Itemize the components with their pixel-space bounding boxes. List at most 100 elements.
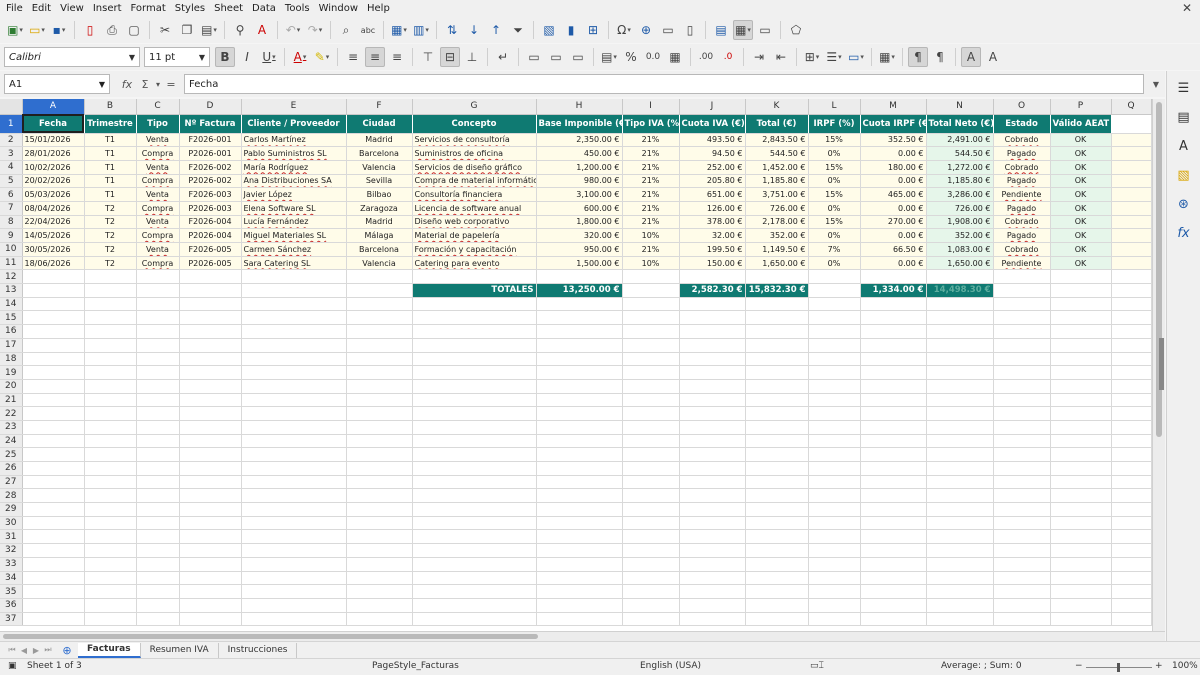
total-cell[interactable]: 15,832.30 € — [745, 283, 809, 298]
column-header-m[interactable]: M — [860, 99, 927, 115]
cell[interactable] — [346, 269, 413, 285]
cell[interactable]: 15% — [808, 160, 861, 175]
cell[interactable] — [412, 434, 537, 449]
row-header[interactable]: 34 — [0, 571, 23, 586]
special-character-icon[interactable]: Ω ▾ — [614, 20, 634, 40]
row-header[interactable]: 19 — [0, 365, 23, 380]
column-header-f[interactable]: F — [346, 99, 413, 115]
merge-center-icon[interactable]: ▭ — [524, 47, 544, 67]
cell[interactable] — [536, 488, 623, 504]
cell[interactable] — [412, 529, 537, 545]
cell[interactable] — [241, 406, 347, 421]
cell[interactable]: T2 — [84, 215, 137, 230]
cell[interactable] — [808, 310, 861, 326]
cell[interactable] — [745, 516, 809, 531]
menu-item-edit[interactable]: Edit — [32, 3, 57, 14]
cell[interactable] — [84, 502, 137, 517]
cell[interactable] — [860, 598, 927, 613]
cell[interactable]: 15% — [808, 215, 861, 230]
cell[interactable] — [679, 338, 746, 353]
cell[interactable]: 180.00 € — [860, 160, 927, 175]
cell[interactable] — [241, 365, 347, 380]
first-sheet-icon[interactable]: ⏮ — [6, 645, 18, 655]
cell[interactable]: 21% — [622, 215, 680, 230]
clone-formatting-icon[interactable]: ⚲ — [230, 20, 250, 40]
cell[interactable]: Valencia — [346, 256, 413, 271]
cell[interactable] — [1050, 502, 1112, 517]
cell[interactable] — [622, 379, 680, 394]
cell[interactable] — [993, 324, 1051, 339]
cell[interactable] — [993, 488, 1051, 504]
cell[interactable] — [536, 529, 623, 545]
cell[interactable]: Javier López — [241, 187, 347, 202]
column-header-n[interactable]: N — [926, 99, 994, 115]
cell[interactable]: F2026-004 — [179, 215, 242, 230]
cell[interactable] — [22, 310, 85, 326]
cell[interactable] — [136, 393, 180, 408]
cell[interactable]: Catering para evento — [412, 256, 537, 271]
cell[interactable] — [1111, 516, 1152, 531]
cell[interactable]: 199.50 € — [679, 242, 746, 257]
unmerge-cells-icon[interactable]: ▭ — [568, 47, 588, 67]
cell[interactable] — [679, 324, 746, 339]
cell[interactable] — [860, 543, 927, 558]
cell[interactable]: 1,200.00 € — [536, 160, 623, 175]
cell[interactable]: 1,650.00 € — [926, 256, 994, 271]
cell[interactable]: T1 — [84, 133, 137, 148]
column-title[interactable]: Cuota IRPF (€) — [860, 114, 927, 134]
cell[interactable]: 1,650.00 € — [745, 256, 809, 271]
cell[interactable] — [808, 379, 861, 394]
cell[interactable]: Compra — [136, 256, 180, 271]
cell[interactable]: 450.00 € — [536, 146, 623, 161]
cell[interactable] — [926, 379, 994, 394]
cell[interactable] — [136, 310, 180, 326]
cell[interactable] — [679, 447, 746, 462]
cell[interactable] — [926, 406, 994, 421]
row-header[interactable]: 9 — [0, 228, 23, 243]
cell[interactable] — [136, 571, 180, 586]
row-header[interactable]: 1 — [0, 114, 23, 134]
cell[interactable]: 94.50 € — [679, 146, 746, 161]
cell[interactable]: Pagado — [993, 146, 1051, 161]
cell[interactable]: T2 — [84, 256, 137, 271]
cell[interactable] — [536, 543, 623, 558]
cell[interactable] — [1111, 365, 1152, 380]
cell[interactable] — [860, 502, 927, 517]
cell[interactable] — [1111, 324, 1152, 339]
bold-icon[interactable]: B — [215, 47, 235, 67]
cell[interactable] — [536, 338, 623, 353]
column-title[interactable]: Estado — [993, 114, 1051, 134]
cell[interactable]: 0% — [808, 228, 861, 243]
cell[interactable]: 320.00 € — [536, 228, 623, 243]
cell[interactable] — [179, 475, 242, 490]
hyperlink-icon[interactable]: ⊕ — [636, 20, 656, 40]
cell[interactable] — [808, 516, 861, 531]
cell[interactable] — [1111, 612, 1152, 627]
cell[interactable] — [1050, 488, 1112, 504]
cell[interactable]: 3,286.00 € — [926, 187, 994, 202]
column-icon[interactable]: ▥ ▾ — [411, 20, 431, 40]
row-header[interactable]: 18 — [0, 352, 23, 367]
cell[interactable] — [808, 338, 861, 353]
cell[interactable] — [22, 502, 85, 517]
row-header[interactable]: 3 — [0, 146, 23, 161]
cell[interactable] — [1050, 612, 1112, 627]
cell[interactable] — [136, 488, 180, 504]
cell[interactable]: Venta — [136, 242, 180, 257]
cell[interactable] — [136, 297, 180, 312]
cell[interactable] — [926, 324, 994, 339]
column-title[interactable]: Base Imponible (€) — [536, 114, 623, 134]
cell[interactable] — [346, 461, 413, 476]
cell[interactable] — [622, 310, 680, 326]
date-format-icon[interactable]: ▦ — [665, 47, 685, 67]
cell[interactable] — [679, 379, 746, 394]
menu-item-insert[interactable]: Insert — [93, 3, 128, 14]
styles-icon[interactable]: A — [1173, 135, 1195, 157]
cell[interactable]: Material de papelería — [412, 228, 537, 243]
row-header[interactable]: 26 — [0, 461, 23, 476]
cell[interactable]: 10% — [622, 228, 680, 243]
cell[interactable]: 270.00 € — [860, 215, 927, 230]
cell[interactable] — [179, 447, 242, 462]
cell[interactable] — [241, 502, 347, 517]
add-decimal-icon[interactable]: .00 — [696, 47, 716, 67]
